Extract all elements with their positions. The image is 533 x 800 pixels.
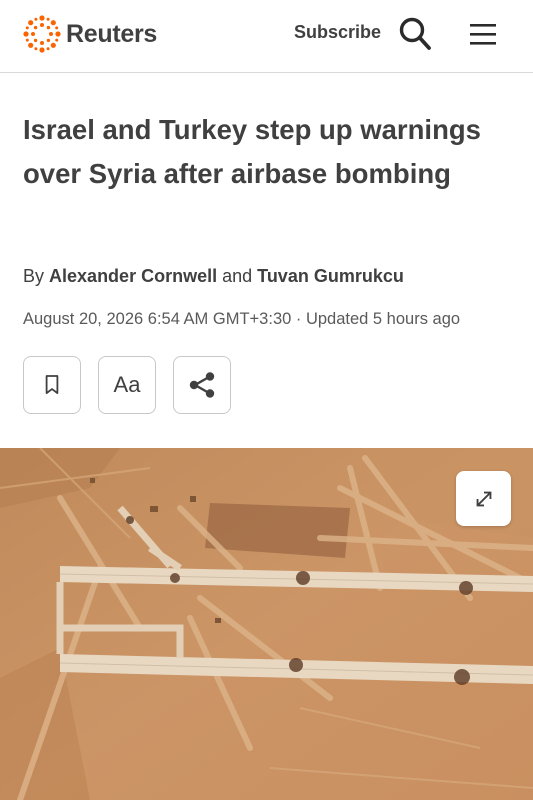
byline-prefix: By — [23, 266, 45, 286]
bookmark-icon — [45, 375, 59, 394]
menu-button[interactable] — [466, 20, 500, 50]
reuters-logo-icon — [23, 15, 61, 53]
byline: By Alexander Cornwell and Tuvan Gumrukcu — [23, 266, 404, 287]
share-button[interactable] — [173, 356, 231, 414]
subscribe-link[interactable]: Subscribe — [294, 22, 381, 43]
bookmark-button[interactable] — [23, 356, 81, 414]
search-icon — [399, 17, 431, 50]
reuters-logo[interactable]: Reuters — [22, 14, 157, 54]
logo-wordmark: Reuters — [66, 19, 157, 48]
author-link[interactable]: Alexander Cornwell — [49, 266, 217, 286]
byline-join: and — [222, 266, 253, 286]
expand-icon — [476, 491, 491, 506]
hero-satellite-image[interactable] — [0, 448, 533, 800]
search-button[interactable] — [398, 16, 432, 52]
text-size-label: Aa — [113, 372, 141, 397]
hamburger-menu-icon — [470, 24, 496, 45]
airbase-satellite-scene — [0, 448, 533, 800]
article-dateline: August 20, 2026 6:54 AM GMT+3:30 · Updat… — [23, 310, 461, 328]
share-icon — [189, 372, 215, 398]
author-link[interactable]: Tuvan Gumrukcu — [257, 266, 404, 286]
expand-image-button[interactable] — [456, 471, 511, 526]
text-size-button[interactable]: Aa — [98, 356, 156, 414]
article-headline: Israel and Turkey step up warnings over … — [23, 114, 481, 189]
site-header: Reuters Subscribe — [0, 0, 533, 73]
